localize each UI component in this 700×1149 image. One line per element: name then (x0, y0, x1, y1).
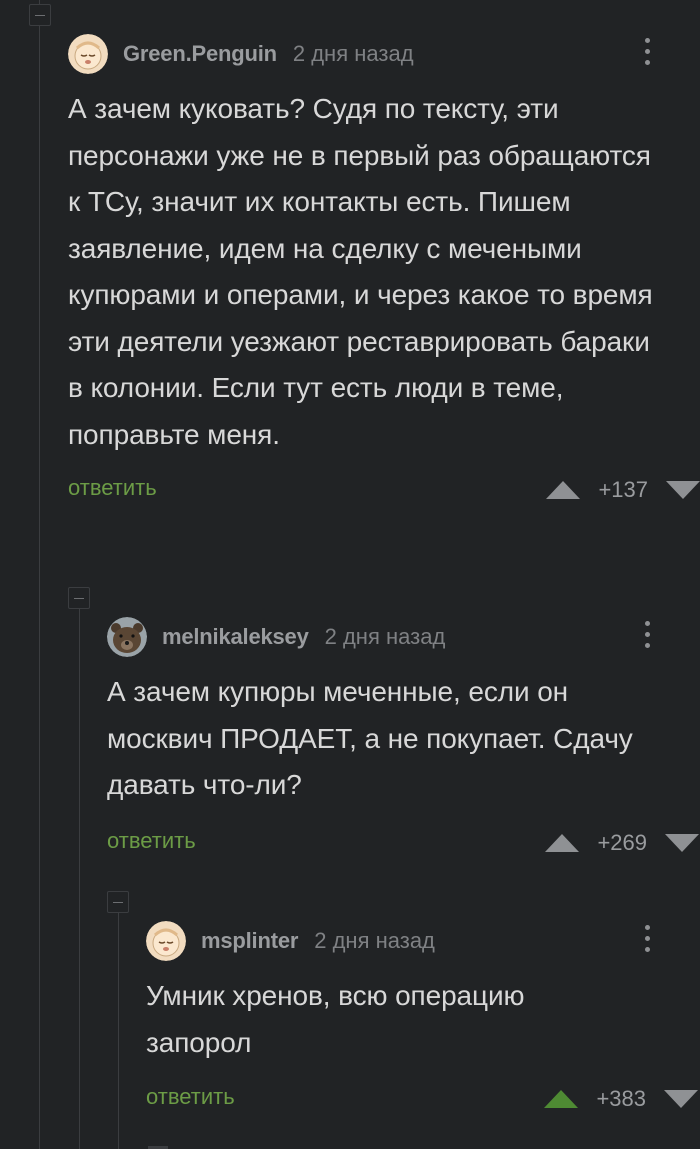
comment-footer: ответить +269 (107, 828, 699, 858)
comment: msplinter 2 дня назад Умник хренов, всю … (146, 921, 698, 1114)
author-name[interactable]: melnikaleksey (162, 624, 309, 650)
vertical-dots-icon[interactable] (642, 34, 652, 74)
author-name[interactable]: Green.Penguin (123, 41, 277, 67)
avatar[interactable] (68, 34, 108, 74)
comment: melnikaleksey 2 дня назад А зачем купюры… (107, 617, 699, 858)
reply-button[interactable]: ответить (146, 1084, 235, 1110)
upvote-icon[interactable] (545, 833, 580, 852)
collapse-thread-button-level-1[interactable] (29, 4, 51, 26)
comment-timestamp[interactable]: 2 дня назад (293, 41, 414, 67)
upvote-icon[interactable] (546, 481, 581, 499)
comment-text: А зачем купюры меченные, если он москвич… (107, 676, 633, 800)
collapse-thread-button-level-2[interactable] (68, 587, 90, 609)
comment-timestamp[interactable]: 2 дня назад (314, 928, 435, 954)
vertical-dots-icon[interactable] (642, 921, 652, 961)
vote-score: +269 (597, 829, 647, 855)
sleepy-face-avatar-icon (146, 921, 186, 961)
comment-timestamp[interactable]: 2 дня назад (325, 624, 446, 650)
downvote-icon[interactable] (666, 481, 700, 499)
vote-controls: +137 (546, 475, 700, 505)
comment-text: Умник хренов, всю операцию запорол (146, 980, 525, 1058)
comment-footer: ответить +383 (146, 1084, 698, 1114)
upvote-icon[interactable] (544, 1090, 579, 1108)
comment: Green.Penguin 2 дня назад А зачем кукова… (68, 34, 700, 505)
vote-controls: +383 (544, 1084, 698, 1114)
thread-line-level-3 (118, 900, 119, 1149)
avatar[interactable] (146, 921, 186, 961)
avatar[interactable] (107, 617, 147, 657)
thread-line-level-2 (79, 596, 80, 1149)
comment-header: Green.Penguin 2 дня назад (68, 34, 668, 74)
thread-line-level-1 (39, 0, 40, 1149)
author-name[interactable]: msplinter (201, 928, 298, 954)
vertical-dots-icon[interactable] (642, 617, 652, 657)
sleepy-face-avatar-icon (68, 34, 108, 74)
downvote-icon[interactable] (665, 833, 699, 852)
vote-score: +137 (598, 477, 648, 502)
comment-header: melnikaleksey 2 дня назад (107, 617, 667, 657)
vote-score: +383 (596, 1086, 646, 1111)
collapse-thread-button-level-3[interactable] (107, 891, 129, 913)
comment-footer: ответить +137 (68, 475, 700, 505)
comment-text: А зачем куковать? Судя по тексту, эти пе… (68, 93, 653, 450)
downvote-icon[interactable] (664, 1090, 698, 1108)
bear-photo-avatar-icon (107, 617, 147, 657)
vote-controls: +269 (545, 828, 699, 858)
comment-header: msplinter 2 дня назад (146, 921, 666, 961)
reply-button[interactable]: ответить (107, 828, 196, 854)
reply-button[interactable]: ответить (68, 475, 157, 501)
